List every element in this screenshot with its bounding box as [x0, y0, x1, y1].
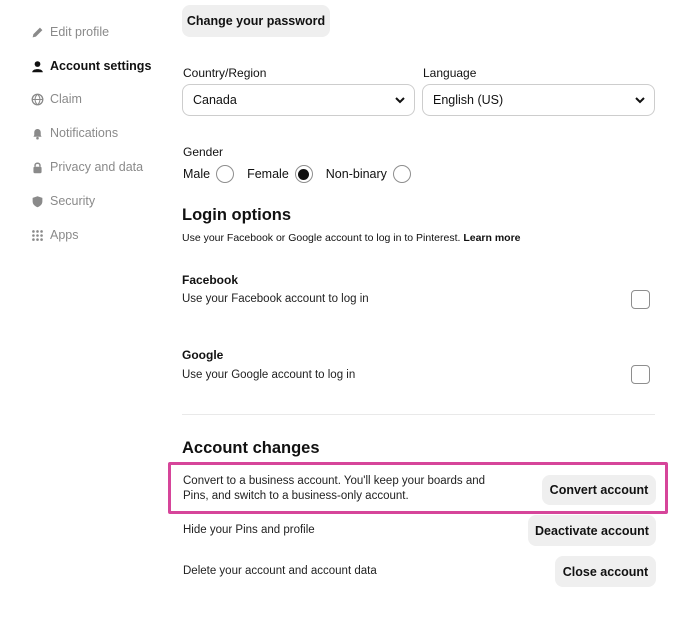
login-options-title: Login options — [182, 206, 292, 224]
gender-male-radio[interactable] — [216, 165, 235, 183]
bell-icon — [30, 126, 44, 140]
settings-sidebar: Edit profile Account settings Claim Noti… — [0, 0, 160, 621]
language-value: English (US) — [433, 93, 504, 107]
sidebar-item-label: Account settings — [50, 59, 152, 73]
deactivate-account-description: Hide your Pins and profile — [183, 524, 315, 536]
chevron-down-icon — [635, 97, 645, 104]
country-value: Canada — [193, 93, 237, 107]
gender-option-label: Non-binary — [325, 167, 387, 181]
close-account-description: Delete your account and account data — [183, 565, 377, 577]
gender-option-label: Male — [183, 167, 211, 181]
facebook-login-checkbox[interactable] — [631, 290, 650, 309]
gender-non-binary-radio[interactable] — [392, 165, 411, 183]
sidebar-item-label: Claim — [50, 92, 82, 106]
gender-label: Gender — [183, 145, 224, 159]
lock-icon — [30, 160, 44, 174]
grid-icon — [30, 228, 44, 242]
country-select[interactable]: Canada — [182, 84, 415, 116]
country-label: Country/Region — [183, 66, 267, 80]
pencil-icon — [30, 25, 44, 39]
account-changes-title: Account changes — [182, 439, 320, 457]
gender-female-radio[interactable] — [294, 165, 313, 183]
shield-icon — [30, 194, 44, 208]
sidebar-item-label: Edit profile — [50, 25, 110, 39]
sidebar-item-edit-profile[interactable]: Edit profile — [30, 21, 109, 43]
sidebar-item-label: Security — [50, 194, 96, 208]
language-select[interactable]: English (US) — [422, 84, 655, 116]
sidebar-item-label: Notifications — [50, 126, 119, 140]
google-description: Use your Google account to log in — [182, 369, 356, 381]
facebook-title: Facebook — [182, 273, 239, 287]
convert-account-description: Convert to a business account. You'll ke… — [183, 475, 486, 502]
login-options-description-text: Use your Facebook or Google account to l… — [182, 232, 461, 244]
close-account-button[interactable]: Close account — [555, 556, 656, 587]
language-label: Language — [423, 66, 477, 80]
facebook-description: Use your Facebook account to log in — [182, 293, 369, 305]
login-options-description: Use your Facebook or Google account to l… — [182, 232, 521, 244]
sidebar-item-label: Apps — [50, 228, 79, 242]
sidebar-item-notifications[interactable]: Notifications — [30, 122, 118, 144]
person-icon — [30, 59, 44, 73]
sidebar-item-account-settings[interactable]: Account settings — [30, 55, 151, 77]
globe-icon — [30, 92, 44, 106]
deactivate-account-button[interactable]: Deactivate account — [528, 515, 656, 546]
change-password-button[interactable]: Change your password — [182, 5, 330, 37]
sidebar-item-security[interactable]: Security — [30, 190, 95, 212]
sidebar-item-label: Privacy and data — [50, 160, 144, 174]
gender-option-label: Female — [247, 167, 289, 181]
google-title: Google — [182, 348, 224, 362]
learn-more-link[interactable]: Learn more — [463, 232, 520, 244]
chevron-down-icon — [395, 97, 405, 104]
convert-account-button[interactable]: Convert account — [542, 475, 656, 505]
sidebar-item-apps[interactable]: Apps — [30, 224, 79, 246]
sidebar-item-claim[interactable]: Claim — [30, 88, 82, 110]
google-login-checkbox[interactable] — [631, 365, 650, 384]
section-divider — [182, 414, 655, 415]
sidebar-item-privacy-and-data[interactable]: Privacy and data — [30, 156, 143, 178]
gender-radio-group: Male Female Non-binary — [183, 164, 424, 184]
